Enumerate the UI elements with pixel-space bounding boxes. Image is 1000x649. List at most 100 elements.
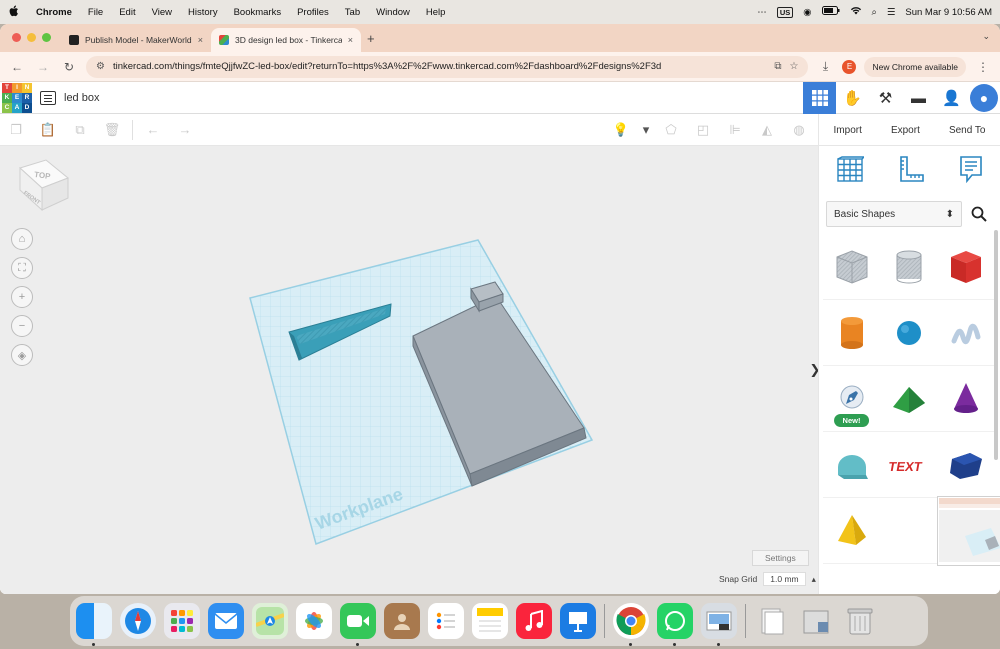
facetime-icon[interactable]: [340, 603, 376, 646]
menu-bookmarks[interactable]: Bookmarks: [226, 7, 290, 18]
update-chrome-button[interactable]: New Chrome available: [864, 56, 966, 77]
downloads-folder-icon[interactable]: [798, 603, 834, 639]
maximize-window-button[interactable]: [42, 33, 51, 42]
sphere-shape[interactable]: [880, 300, 937, 366]
polygon-shape[interactable]: [937, 432, 994, 498]
close-tab-icon[interactable]: ×: [198, 35, 203, 45]
tab-makerworld[interactable]: Publish Model - MakerWorld ×: [61, 28, 211, 52]
sim-lab-button[interactable]: ⚒: [869, 82, 902, 114]
battery-icon[interactable]: [821, 6, 840, 18]
redo-button[interactable]: →: [169, 114, 201, 146]
menu-tab[interactable]: Tab: [337, 7, 368, 18]
preview-icon[interactable]: [701, 603, 737, 646]
display-icon[interactable]: ⋯: [757, 7, 767, 18]
music-icon[interactable]: [516, 603, 552, 639]
chrome-menu-icon[interactable]: ⋮: [974, 60, 992, 74]
documents-folder-icon[interactable]: [754, 603, 790, 639]
chrome-icon[interactable]: [613, 603, 649, 646]
menu-window[interactable]: Window: [368, 7, 418, 18]
add-user-button[interactable]: 👤: [935, 82, 968, 114]
settings-button[interactable]: Settings: [752, 550, 809, 566]
input-source-indicator[interactable]: US: [776, 6, 794, 18]
panel-scrollbar[interactable]: [994, 230, 998, 460]
close-window-button[interactable]: [12, 33, 21, 42]
scene-canvas[interactable]: Workplane: [0, 146, 818, 594]
wifi-icon[interactable]: [850, 6, 862, 18]
export-button[interactable]: Export: [885, 125, 926, 136]
design-list-icon[interactable]: [40, 90, 56, 105]
whatsapp-icon[interactable]: [657, 603, 693, 646]
shape-search-button[interactable]: [965, 201, 993, 227]
profile-avatar[interactable]: E: [842, 59, 857, 74]
notes-dropdown[interactable]: ▾: [637, 114, 655, 146]
safari-icon[interactable]: [120, 603, 156, 639]
notes-app-icon[interactable]: [472, 603, 508, 639]
grid-box-icon[interactable]: [836, 155, 866, 188]
delete-button[interactable]: 🗑: [96, 114, 128, 146]
blocks-button[interactable]: ✋: [836, 82, 869, 114]
reminders-icon[interactable]: [428, 603, 464, 639]
tab-tinkercad[interactable]: 3D design led box - Tinkercad ×: [211, 28, 361, 52]
finder-icon[interactable]: [76, 603, 112, 646]
paste-button[interactable]: 📋: [32, 114, 64, 146]
control-center-icon[interactable]: ☰: [887, 7, 896, 18]
search-icon[interactable]: ⌕: [872, 7, 877, 18]
menu-edit[interactable]: Edit: [111, 7, 143, 18]
panel-collapse-button[interactable]: ❯: [808, 359, 818, 381]
mirror-button[interactable]: ◭: [751, 114, 783, 146]
cylinder-shape[interactable]: [823, 300, 880, 366]
reload-icon[interactable]: ↻: [60, 60, 78, 74]
maps-icon[interactable]: [252, 603, 288, 639]
text-shape[interactable]: TEXT: [880, 432, 937, 498]
contacts-icon[interactable]: [384, 603, 420, 639]
caret-up-icon[interactable]: ▴: [812, 574, 816, 585]
bookmark-star-icon[interactable]: ☆: [790, 61, 799, 72]
menu-chrome[interactable]: Chrome: [28, 7, 80, 18]
menu-profiles[interactable]: Profiles: [289, 7, 337, 18]
minimize-window-button[interactable]: [27, 33, 36, 42]
round-roof-shape[interactable]: [823, 432, 880, 498]
box-shape[interactable]: [937, 234, 994, 300]
back-arrow-icon[interactable]: ←: [8, 60, 26, 74]
new-tab-button[interactable]: +: [361, 31, 375, 52]
cylinder-hole-shape[interactable]: [880, 234, 937, 300]
keynote-icon[interactable]: [560, 603, 596, 639]
bricks-button[interactable]: ▬: [902, 82, 935, 114]
install-app-icon[interactable]: ⧉: [774, 61, 781, 72]
ungroup-button[interactable]: ◰: [687, 114, 719, 146]
mail-icon[interactable]: [208, 603, 244, 639]
shape-category-select[interactable]: Basic Shapes ⬍: [826, 201, 962, 227]
apple-menu-icon[interactable]: [0, 5, 28, 20]
send-to-button[interactable]: Send To: [943, 125, 992, 136]
menu-history[interactable]: History: [180, 7, 226, 18]
user-avatar[interactable]: ●: [970, 84, 998, 112]
snap-grid-select[interactable]: 1.0 mm: [763, 572, 806, 586]
photos-icon[interactable]: [296, 603, 332, 639]
3d-workspace[interactable]: TOP FRONT ⌂ ⛶ + − ◈ Workplane Settings S…: [0, 146, 818, 594]
copy-button[interactable]: ❐: [0, 114, 32, 146]
trash-icon[interactable]: [842, 603, 878, 639]
scribble-shape[interactable]: [937, 300, 994, 366]
tab-search-button[interactable]: ⌄: [982, 31, 990, 42]
clock[interactable]: Sun Mar 9 10:56 AM: [905, 7, 992, 18]
menu-help[interactable]: Help: [418, 7, 454, 18]
menu-view[interactable]: View: [144, 7, 180, 18]
undo-button[interactable]: ←: [137, 114, 169, 146]
minimap-thumbnail[interactable]: [937, 495, 1000, 566]
group-button[interactable]: ⬠: [655, 114, 687, 146]
cone-shape[interactable]: [937, 366, 994, 432]
sketch-pen-shape[interactable]: New!: [823, 366, 880, 432]
import-button[interactable]: Import: [828, 125, 868, 136]
duplicate-button[interactable]: ⧉: [64, 114, 96, 146]
roof-shape[interactable]: [880, 366, 937, 432]
cruise-button[interactable]: ◍: [783, 114, 815, 146]
notes-icon[interactable]: [958, 155, 984, 188]
menu-file[interactable]: File: [80, 7, 111, 18]
user-status-icon[interactable]: ◉: [803, 7, 811, 18]
site-info-icon[interactable]: ⚙: [96, 61, 105, 72]
launchpad-icon[interactable]: [164, 603, 200, 639]
forward-arrow-icon[interactable]: →: [34, 60, 52, 74]
pyramid-shape[interactable]: [823, 498, 880, 564]
ruler-icon[interactable]: [897, 155, 925, 188]
box-hole-shape[interactable]: [823, 234, 880, 300]
